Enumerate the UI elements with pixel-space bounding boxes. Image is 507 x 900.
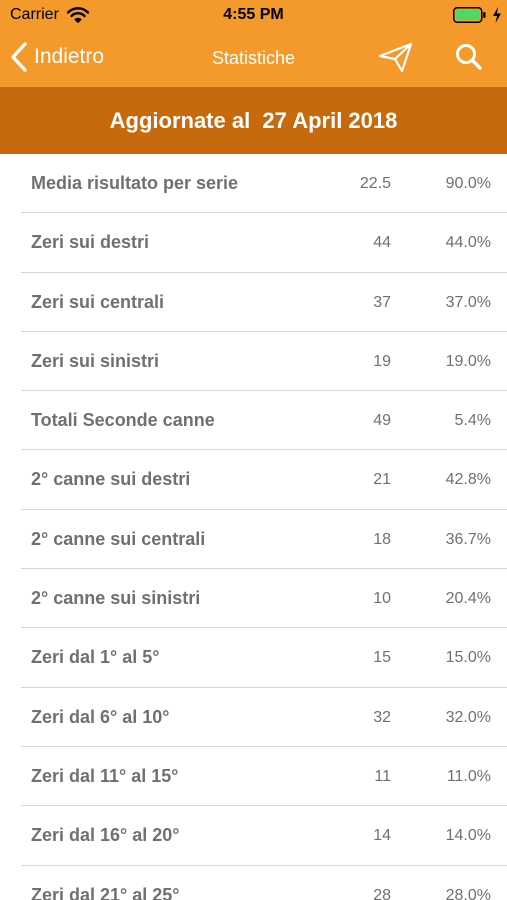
stat-percentage: 20.4% [445,590,491,608]
stat-value: 37 [373,293,391,311]
stat-value: 14 [373,827,391,845]
stat-row[interactable]: Totali Seconde canne 49 5.4% [21,391,507,451]
stat-percentage: 42.8% [445,471,491,489]
stat-value: 19 [373,352,391,370]
paper-plane-icon[interactable] [378,42,414,74]
stat-label: 2° canne sui sinistri [31,588,201,609]
stat-percentage: 15.0% [445,649,491,667]
stat-percentage: 32.0% [445,708,491,726]
charging-bolt-icon [493,7,501,23]
stat-value: 21 [373,471,391,489]
stat-percentage: 90.0% [445,175,491,192]
stat-row[interactable]: Zeri sui centrali 37 37.0% [21,273,507,332]
stat-value: 10 [373,590,391,608]
stat-label: Zeri sui destri [31,232,150,253]
stat-value: 22.5 [359,175,391,192]
statistics-list[interactable]: Media risultato per serie 22.5 90.0% Zeri s… [0,154,507,900]
stat-label: 2° canne sui destri [31,469,191,490]
updated-date-banner: Aggiornate al 27 April 2018 [0,87,507,154]
stat-row[interactable]: Zeri sui destri 44 44.0% [21,213,507,273]
stat-row[interactable]: Zeri dal 6° al 10° 32 32.0% [21,688,507,747]
stat-row[interactable]: Zeri dal 1° al 5° 15 15.0% [21,628,507,688]
stat-row[interactable]: Zeri dal 11° al 15° 11 11.0% [21,747,507,807]
stat-percentage: 44.0% [445,234,491,252]
status-bar: Carrier 4:55 PM [0,0,507,30]
stat-row[interactable]: 2° canne sui destri 21 42.8% [21,450,507,510]
stat-row[interactable]: Zeri sui sinistri 19 19.0% [21,332,507,392]
navigation-bar: Indietro Statistiche [0,30,507,87]
stat-value: 15 [373,649,391,667]
stat-label: Zeri dal 11° al 15° [31,765,179,786]
stat-value: 28 [373,886,391,900]
stat-label: Totali Seconde canne [31,410,215,431]
stat-label: Zeri dal 6° al 10° [31,706,170,727]
search-icon[interactable] [454,42,484,72]
stat-value: 18 [373,530,391,548]
statistics-screen: Carrier 4:55 PM Indietro Statistiche Agg… [0,0,507,900]
stat-percentage: 11.0% [446,767,491,785]
page-title: Statistiche [211,48,296,68]
stat-value: 11 [374,767,391,785]
top-bar: Carrier 4:55 PM Indietro Statistiche [0,0,507,87]
stat-row[interactable]: Zeri dal 21° al 25° 28 28.0% [21,866,507,900]
stat-percentage: 14.0% [445,827,491,845]
stat-value: 49 [373,412,391,430]
stat-row[interactable]: Zeri dal 16° al 20° 14 14.0% [21,806,507,866]
stat-row[interactable]: 2° canne sui sinistri 10 20.4% [21,569,507,629]
stat-value: 44 [373,234,391,252]
stat-percentage: 19.0% [445,352,491,370]
stat-row[interactable]: Media risultato per serie 22.5 90.0% [21,154,507,214]
stat-percentage: 37.0% [445,293,491,311]
stat-label: 2° canne sui centrali [31,528,206,549]
stat-label: Media risultato per serie [31,173,239,193]
stat-row[interactable]: 2° canne sui centrali 18 36.7% [21,510,507,570]
stat-percentage: 5.4% [454,412,491,430]
stat-label: Zeri sui sinistri [31,350,160,371]
stat-percentage: 28.0% [445,886,491,900]
stat-percentage: 36.7% [445,530,491,548]
status-time: 4:55 PM [223,6,284,23]
battery-icon [453,7,486,23]
stat-label: Zeri dal 1° al 5° [31,647,160,668]
stat-label: Zeri sui centrali [31,291,165,312]
stat-label: Zeri dal 16° al 20° [31,825,180,846]
stat-label: Zeri dal 21° al 25° [31,884,180,900]
stat-value: 32 [373,708,391,726]
